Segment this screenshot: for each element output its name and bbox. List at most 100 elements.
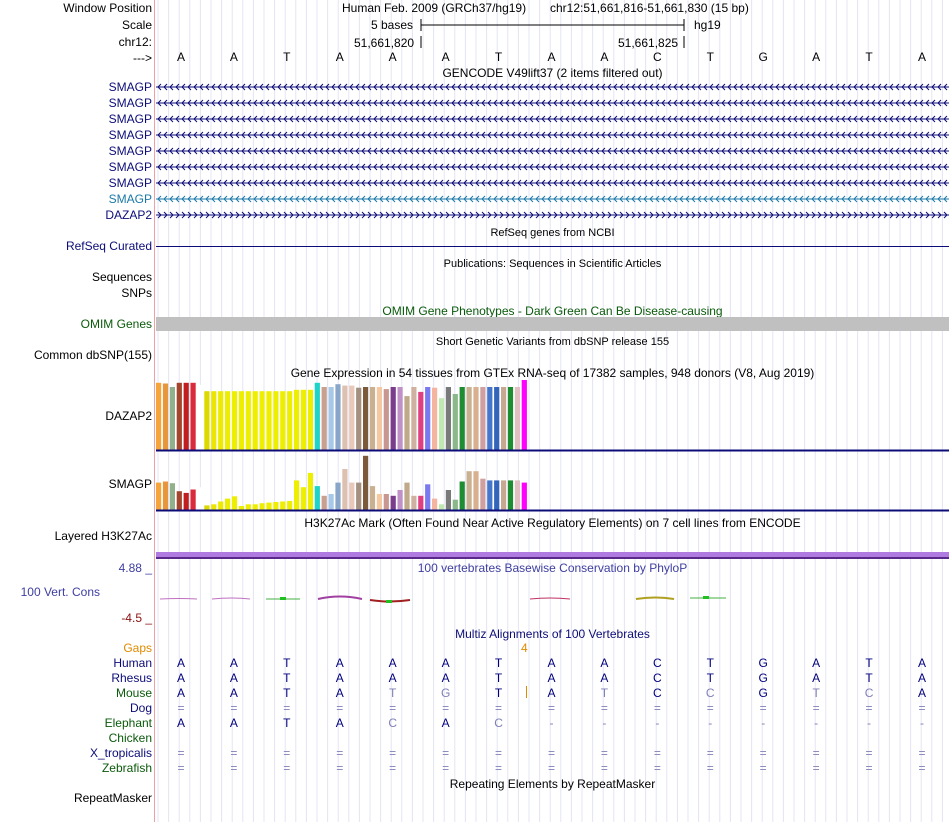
ruler-base: A (176, 50, 185, 64)
gtex-bar (404, 482, 410, 510)
alignment-base: = (442, 761, 450, 775)
alignment-base: A (917, 686, 926, 700)
dbsnp-title[interactable]: Short Genetic Variants from dbSNP releas… (156, 335, 949, 349)
refseq-gene-line[interactable] (156, 246, 949, 247)
h3k27ac-title[interactable]: H3K27Ac Mark (Often Found Near Active Re… (156, 516, 949, 530)
gtex-bar (438, 398, 445, 450)
gencode-transcript-line[interactable] (156, 82, 949, 92)
omim-label[interactable]: OMIM Genes (81, 317, 152, 331)
gtex-bar (245, 504, 251, 510)
gtex-bar (383, 389, 389, 450)
alignment-base: T (600, 686, 609, 700)
gtex-bar (280, 501, 286, 510)
gencode-transcript-line[interactable] (156, 114, 949, 124)
gtex-bar (376, 494, 382, 510)
alignment-base: A (229, 671, 238, 685)
gtex-bar (266, 391, 272, 450)
gencode-track-label[interactable]: DAZAP2 (105, 208, 152, 222)
gtex-bar (432, 387, 438, 450)
sequences-label[interactable]: Sequences (92, 270, 152, 284)
gencode-transcript-line[interactable] (156, 178, 949, 188)
alignment-base: = (918, 761, 926, 775)
species-label[interactable]: X_tropicalis (90, 746, 152, 760)
alignment-base: A (176, 686, 185, 700)
gencode-transcript-line[interactable] (156, 98, 949, 108)
gtex-bar (197, 384, 203, 450)
gtex-bar (480, 387, 486, 450)
alignment-base: - (814, 716, 819, 730)
gtex-bar (452, 394, 458, 450)
repeatmasker-title[interactable]: Repeating Elements by RepeatMasker (156, 777, 949, 791)
species-label[interactable]: Mouse (116, 686, 152, 700)
alignment-base: T (812, 686, 820, 700)
gtex-chart[interactable] (0, 375, 950, 515)
repeatmasker-label[interactable]: RepeatMasker (74, 791, 152, 805)
gencode-track-label[interactable]: SMAGP (109, 192, 152, 206)
ruler-base: C (652, 50, 662, 64)
gencode-transcript-line[interactable] (156, 194, 949, 204)
species-label[interactable]: Dog (130, 701, 152, 715)
alignment-base: T (865, 671, 873, 685)
refseq-label[interactable]: RefSeq Curated (66, 239, 152, 253)
omim-title[interactable]: OMIM Gene Phenotypes - Dark Green Can Be… (156, 304, 949, 318)
gtex-bar (294, 389, 300, 450)
phylop-segment-2 (211, 597, 251, 600)
gencode-track-label[interactable]: SMAGP (109, 96, 152, 110)
gencode-transcript-line[interactable] (156, 210, 949, 220)
alignment-base: = (547, 761, 555, 775)
gtex-bar (307, 472, 313, 510)
species-label[interactable]: Zebrafish (102, 761, 152, 775)
gtex-bar (411, 495, 417, 511)
alignment-base: = (389, 701, 397, 715)
conservation-title[interactable]: 100 vertebrates Basewise Conservation by… (156, 561, 949, 575)
gtex-bar (459, 387, 465, 450)
gencode-track-label[interactable]: SMAGP (109, 144, 152, 158)
gencode-track-label[interactable]: SMAGP (109, 160, 152, 174)
gtex-bar (397, 490, 403, 510)
species-label[interactable]: Chicken (109, 731, 152, 745)
gtex-bar (507, 387, 514, 450)
alignment-base: A (547, 686, 556, 700)
gencode-track-label[interactable]: SMAGP (109, 128, 152, 142)
snps-label[interactable]: SNPs (121, 286, 152, 300)
gaps-label[interactable]: Gaps (123, 641, 152, 655)
dbsnp-label[interactable]: Common dbSNP(155) (34, 348, 152, 362)
alignment-base: = (600, 701, 608, 715)
alignment-base: T (283, 656, 291, 670)
alignment-base: = (865, 761, 873, 775)
ruler-base: T (283, 50, 291, 64)
species-label[interactable]: Rhesus (111, 671, 152, 685)
gencode-title[interactable]: GENCODE V49lift37 (2 items filtered out) (156, 66, 949, 80)
gtex-bar (314, 486, 320, 510)
gencode-track-label[interactable]: SMAGP (109, 176, 152, 190)
alignment-base: - (708, 716, 713, 730)
gtex-bar (300, 487, 307, 510)
species-label[interactable]: Human (113, 656, 152, 670)
gtex-bar (156, 382, 162, 450)
gtex-bar (314, 382, 320, 450)
omim-bar[interactable] (156, 317, 949, 331)
refseq-title[interactable]: RefSeq genes from NCBI (156, 226, 949, 240)
gtex-bar (321, 387, 327, 450)
alignment-base: A (600, 671, 609, 685)
gtex-bar (411, 387, 417, 450)
alignment-base: = (918, 746, 926, 760)
alignment-base: T (283, 686, 291, 700)
gencode-transcript-line[interactable] (156, 162, 949, 172)
gtex-bar (501, 480, 507, 510)
alignment-base: T (283, 716, 291, 730)
alignment-base: A (229, 686, 238, 700)
gencode-transcript-line[interactable] (156, 130, 949, 140)
multiz-title[interactable]: Multiz Alignments of 100 Vertebrates (156, 627, 949, 641)
publications-title[interactable]: Publications: Sequences in Scientific Ar… (156, 257, 949, 271)
phylop-wiggle[interactable] (0, 585, 950, 615)
gencode-track-label[interactable]: SMAGP (109, 80, 152, 94)
alignment-base: C (652, 671, 662, 685)
gencode-track-label[interactable]: SMAGP (109, 112, 152, 126)
gap-count: 4 (521, 641, 528, 655)
gencode-transcript-line[interactable] (156, 146, 949, 156)
species-label[interactable]: Elephant (105, 716, 152, 730)
h3k27ac-label[interactable]: Layered H3K27Ac (55, 529, 152, 543)
alignment-base: A (600, 656, 609, 670)
gtex-bar (190, 382, 196, 450)
